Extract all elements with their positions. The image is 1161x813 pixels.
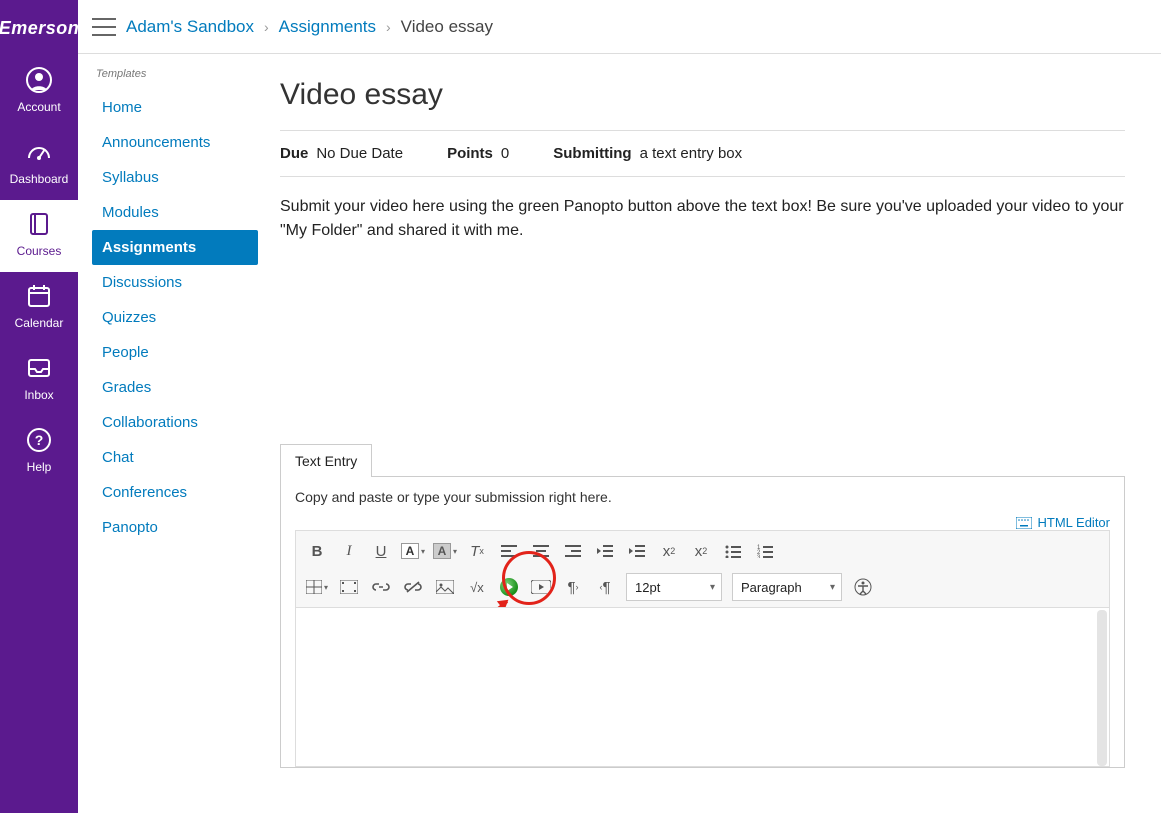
inbox-icon [25,354,53,382]
ltr-button[interactable]: ¶› [558,573,588,601]
top-bar: Adam's Sandbox › Assignments › Video ess… [78,0,1161,54]
course-nav-modules[interactable]: Modules [92,195,258,230]
unlink-button[interactable] [398,573,428,601]
bg-color-button[interactable]: A [430,537,460,565]
nav-dashboard[interactable]: Dashboard [0,128,78,200]
align-right-button[interactable] [558,537,588,565]
course-nav-quizzes[interactable]: Quizzes [92,300,258,335]
submission-editor: Text Entry Copy and paste or type your s… [280,443,1125,768]
accessibility-button[interactable] [848,573,878,601]
svg-text:3: 3 [757,555,761,558]
block-format-select[interactable]: Paragraph [732,573,842,601]
subscript-button[interactable]: x2 [686,537,716,565]
course-nav-grades[interactable]: Grades [92,370,258,405]
text-color-button[interactable]: A [398,537,428,565]
bullet-list-button[interactable] [718,537,748,565]
editor-hint: Copy and paste or type your submission r… [295,489,1110,505]
panopto-button[interactable] [494,573,524,601]
course-nav-panopto[interactable]: Panopto [92,510,258,545]
course-nav-people[interactable]: People [92,335,258,370]
svg-text:?: ? [35,432,44,448]
book-icon [25,210,53,238]
course-nav-collaborations[interactable]: Collaborations [92,405,258,440]
assignment-meta: DueNo Due Date Points0 Submittinga text … [280,130,1125,177]
editor-panel: Copy and paste or type your submission r… [280,476,1125,768]
course-nav-conferences[interactable]: Conferences [92,475,258,510]
chevron-right-icon: › [264,19,269,35]
html-editor-label: HTML Editor [1038,515,1110,530]
align-center-button[interactable] [526,537,556,565]
media-button[interactable] [334,573,364,601]
scrollbar-thumb[interactable] [1097,610,1107,766]
tab-text-entry[interactable]: Text Entry [280,444,372,477]
equation-button[interactable]: √x [462,573,492,601]
course-nav: Templates Home Announcements Syllabus Mo… [78,54,258,813]
course-nav-home[interactable]: Home [92,90,258,125]
course-nav-announcements[interactable]: Announcements [92,125,258,160]
nav-label: Calendar [15,316,64,330]
link-button[interactable] [366,573,396,601]
breadcrumb-root[interactable]: Adam's Sandbox [126,17,254,37]
chevron-right-icon: › [386,19,391,35]
course-nav-chat[interactable]: Chat [92,440,258,475]
assignment-content: Video essay DueNo Due Date Points0 Submi… [258,54,1161,813]
breadcrumb-leaf: Video essay [401,17,493,37]
course-nav-header: Templates [96,68,258,80]
breadcrumb: Adam's Sandbox › Assignments › Video ess… [126,17,493,37]
course-nav-syllabus[interactable]: Syllabus [92,160,258,195]
breadcrumb-mid[interactable]: Assignments [279,17,376,37]
course-nav-assignments[interactable]: Assignments [92,230,258,265]
superscript-button[interactable]: x2 [654,537,684,565]
nav-help[interactable]: ? Help [0,416,78,488]
italic-button[interactable]: I [334,537,364,565]
course-nav-discussions[interactable]: Discussions [92,265,258,300]
user-circle-icon [25,66,53,94]
font-size-select[interactable]: 12pt [626,573,722,601]
nav-label: Account [17,100,60,114]
html-editor-toggle[interactable]: HTML Editor [1016,515,1110,530]
keyboard-icon [1016,517,1032,529]
panopto-icon [500,578,518,596]
rtl-button[interactable]: ‹¶ [590,573,620,601]
points-block: Points0 [447,145,509,162]
speedometer-icon [25,138,53,166]
page-title: Video essay [280,78,1125,112]
assignment-description: Submit your video here using the green P… [280,177,1125,243]
align-left-button[interactable] [494,537,524,565]
rich-text-area[interactable] [295,607,1110,767]
question-circle-icon: ? [25,426,53,454]
rce-toolbar: B I U A A Tx x2 x2 123 [295,530,1110,607]
number-list-button[interactable]: 123 [750,537,780,565]
bold-button[interactable]: B [302,537,332,565]
brand-logo: Emerson [0,0,79,56]
submitting-block: Submittinga text entry box [553,145,742,162]
global-nav: Emerson Account Dashboard Courses Calend… [0,0,78,813]
nav-label: Inbox [24,388,53,402]
nav-courses[interactable]: Courses [0,200,78,272]
nav-account[interactable]: Account [0,56,78,128]
table-button[interactable] [302,573,332,601]
nav-label: Courses [17,244,62,258]
nav-label: Help [27,460,52,474]
nav-inbox[interactable]: Inbox [0,344,78,416]
hamburger-button[interactable] [92,18,116,36]
underline-button[interactable]: U [366,537,396,565]
due-block: DueNo Due Date [280,145,403,162]
content-body: Templates Home Announcements Syllabus Mo… [78,54,1161,813]
image-button[interactable] [430,573,460,601]
youtube-button[interactable] [526,573,556,601]
clear-format-button[interactable]: Tx [462,537,492,565]
outdent-button[interactable] [590,537,620,565]
nav-calendar[interactable]: Calendar [0,272,78,344]
calendar-icon [25,282,53,310]
main-area: Adam's Sandbox › Assignments › Video ess… [78,0,1161,813]
nav-label: Dashboard [10,172,69,186]
indent-button[interactable] [622,537,652,565]
